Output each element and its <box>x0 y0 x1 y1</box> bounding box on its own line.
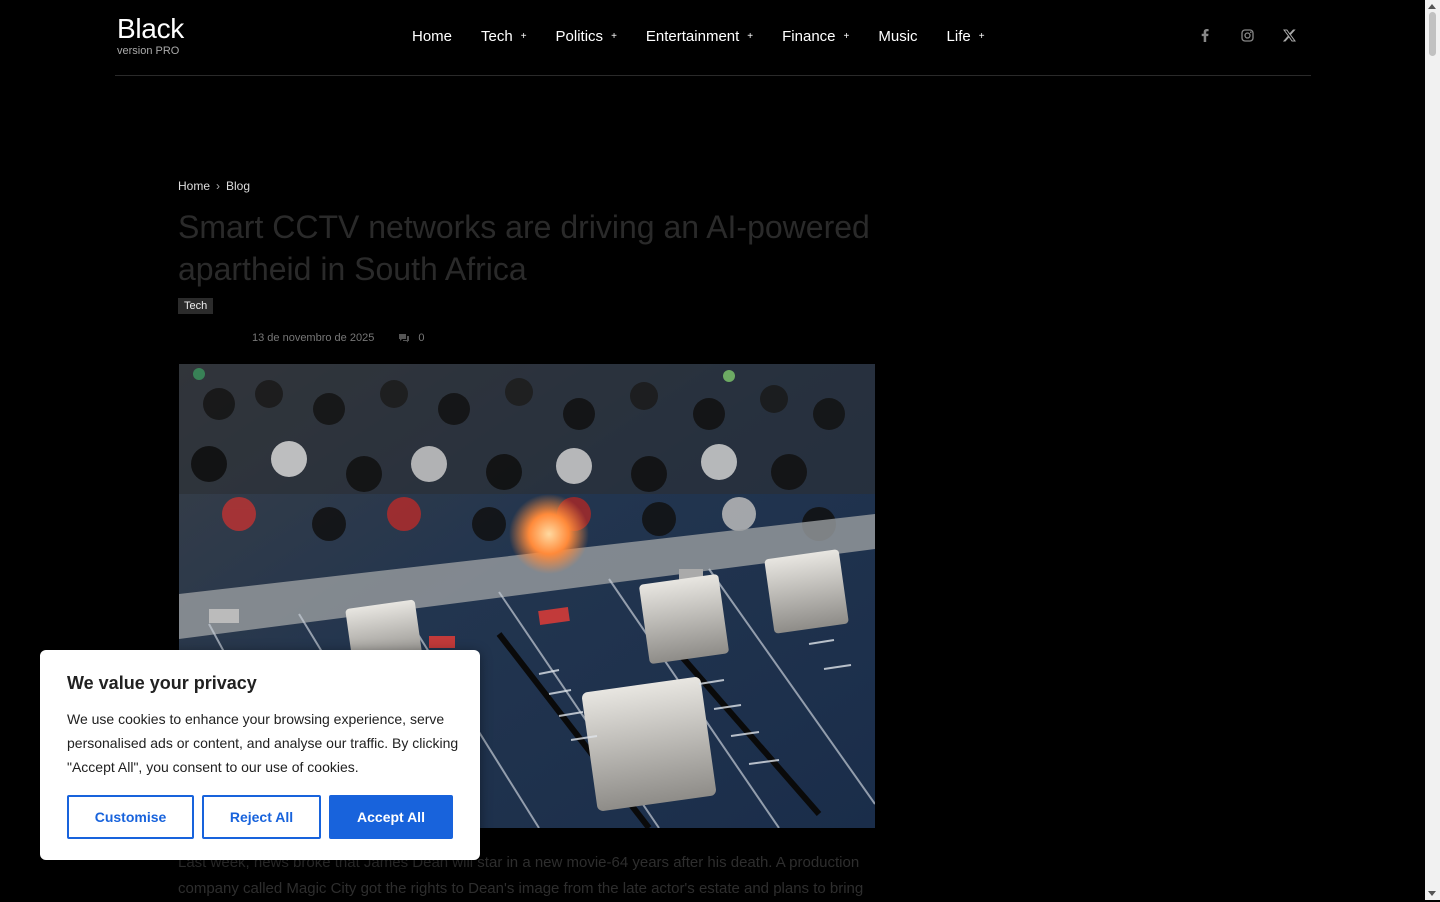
article-title: Smart CCTV networks are driving an AI-po… <box>178 209 870 287</box>
article-date: 13 de novembro de 2025 <box>252 332 375 344</box>
breadcrumb-home[interactable]: Home <box>178 179 210 193</box>
nav-item-home[interactable]: Home <box>412 28 452 45</box>
nav-item-music[interactable]: Music <box>878 28 917 45</box>
customise-button[interactable]: Customise <box>67 795 194 839</box>
page-scrollbar[interactable] <box>1425 0 1440 900</box>
article-meta: 13 de novembro de 2025 0 <box>252 332 424 344</box>
breadcrumb-blog[interactable]: Blog <box>226 179 250 193</box>
accept-all-button[interactable]: Accept All <box>329 795 453 839</box>
nav-label: Life <box>946 28 971 45</box>
nav-label: Politics <box>555 28 604 45</box>
nav-label: Tech <box>481 28 513 45</box>
nav-item-finance[interactable]: Finance + <box>782 28 849 45</box>
nav-item-entertainment[interactable]: Entertainment + <box>646 28 753 45</box>
comment-count: 0 <box>418 332 425 344</box>
cookie-text: We use cookies to enhance your browsing … <box>67 711 459 775</box>
breadcrumb: Home › Blog <box>178 179 250 193</box>
nav-item-tech[interactable]: Tech + <box>481 28 527 45</box>
main-nav: Home Tech + Politics + Entertainment + Fina… <box>412 28 1014 45</box>
scroll-thumb[interactable] <box>1429 12 1436 56</box>
reject-all-button[interactable]: Reject All <box>202 795 321 839</box>
site-tagline: version PRO <box>117 45 180 57</box>
nav-label: Finance <box>782 28 836 45</box>
nav-item-life[interactable]: Life + <box>947 28 985 45</box>
cookie-consent-banner: We value your privacy We use cookies to … <box>40 650 480 860</box>
instagram-icon[interactable] <box>1239 27 1255 43</box>
plus-icon: + <box>747 31 754 42</box>
cookie-title: We value your privacy <box>67 673 257 693</box>
site-logo[interactable]: Black version PRO <box>117 14 184 58</box>
comments-link[interactable]: 0 <box>398 332 424 344</box>
breadcrumb-separator: › <box>216 179 221 193</box>
nav-label: Music <box>878 28 918 45</box>
nav-item-politics[interactable]: Politics + <box>556 28 617 45</box>
site-name[interactable]: Black <box>117 14 184 44</box>
site-header: Black version PRO Home Tech + Politics + E… <box>115 0 1311 76</box>
plus-icon: + <box>843 31 850 42</box>
scroll-up-icon[interactable] <box>1428 4 1436 9</box>
scroll-down-icon[interactable] <box>1428 891 1436 896</box>
facebook-icon[interactable] <box>1197 27 1213 43</box>
plus-icon: + <box>978 31 985 42</box>
x-twitter-icon[interactable] <box>1281 27 1297 43</box>
social-links <box>1197 27 1297 43</box>
nav-label: Entertainment <box>645 28 740 45</box>
comment-icon <box>399 334 410 343</box>
plus-icon: + <box>611 31 617 42</box>
category-badge[interactable]: Tech <box>178 298 214 314</box>
nav-label: Home <box>412 28 453 45</box>
plus-icon: + <box>520 31 527 42</box>
